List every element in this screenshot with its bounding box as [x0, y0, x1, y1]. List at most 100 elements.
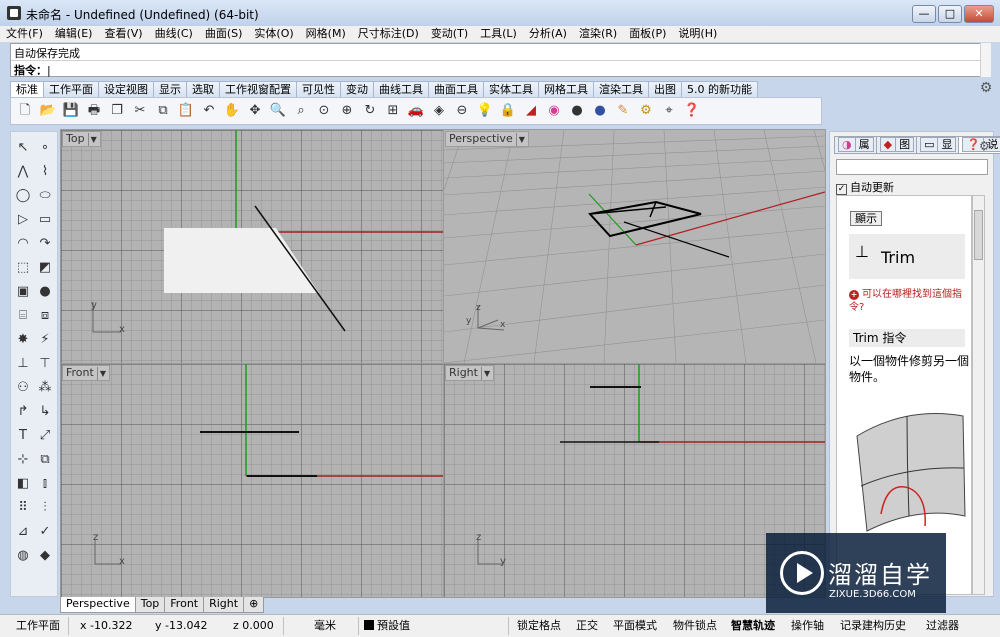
panel-search-input[interactable] — [836, 159, 988, 175]
cylinder-icon[interactable]: ⌸ — [13, 306, 33, 326]
copy-icon[interactable]: ⧉ — [153, 101, 173, 121]
viewport-title-perspective[interactable]: Perspective ▼ — [445, 131, 529, 147]
car-icon[interactable]: 🚗 — [406, 101, 426, 121]
light-icon[interactable]: ◆ — [35, 546, 55, 566]
curve-icon[interactable]: ↷ — [35, 234, 55, 254]
environment-sphere-icon[interactable]: ● — [590, 101, 610, 121]
tab-solid-tools[interactable]: 实体工具 — [483, 81, 539, 97]
grid-4view-icon[interactable]: ⊞ — [383, 101, 403, 121]
help-icon[interactable]: ❓ — [682, 101, 702, 121]
bulb-icon[interactable]: 💡 — [475, 101, 495, 121]
status-planar[interactable]: 平面模式 — [613, 617, 657, 635]
viewport-menu-arrow-icon[interactable]: ▼ — [87, 133, 97, 146]
tab-render-tools[interactable]: 渲染工具 — [593, 81, 649, 97]
auto-update-checkbox[interactable]: ✓ 自动更新 — [836, 179, 894, 195]
ellipse-icon[interactable]: ⬭ — [35, 186, 55, 206]
snap-icon[interactable]: ⊖ — [452, 101, 472, 121]
status-gumball[interactable]: 操作轴 — [791, 617, 824, 635]
gumball-icon[interactable]: ⌖ — [659, 101, 679, 121]
panel-gear-icon[interactable]: ⚙ — [979, 139, 990, 153]
check-icon[interactable]: ✓ — [35, 522, 55, 542]
render-icon[interactable]: ◍ — [13, 546, 33, 566]
box-icon[interactable]: ▣ — [13, 282, 33, 302]
tab-visibility[interactable]: 可见性 — [296, 81, 341, 97]
zoom-window-icon[interactable]: ⌕ — [291, 101, 311, 121]
viewport-title-top[interactable]: Top ▼ — [62, 131, 101, 147]
menu-file[interactable]: 文件(F) — [0, 26, 49, 42]
array-icon[interactable]: ⠿ — [13, 498, 33, 518]
undo-icon[interactable]: ↶ — [199, 101, 219, 121]
status-history[interactable]: 记录建构历史 — [840, 617, 906, 635]
trim-icon[interactable]: ⊥ — [13, 354, 33, 374]
viewport-tab-top[interactable]: Top — [134, 597, 166, 613]
text-icon[interactable]: T — [13, 426, 33, 446]
sphere-icon[interactable]: ● — [35, 282, 55, 302]
circle-icon[interactable]: ◯ — [13, 186, 33, 206]
open-file-icon[interactable]: 📂 — [38, 101, 58, 121]
chamfer-icon[interactable]: ↳ — [35, 402, 55, 422]
cut-icon[interactable]: ✂ — [130, 101, 150, 121]
viewport-tab-perspective[interactable]: Perspective — [60, 597, 136, 613]
point-icon[interactable]: ∘ — [35, 138, 55, 158]
maximize-button[interactable]: □ — [938, 5, 962, 23]
tab-transform[interactable]: 变动 — [340, 81, 374, 97]
help-scrollbar-thumb[interactable] — [974, 210, 983, 260]
menu-mesh[interactable]: 网格(M) — [300, 26, 352, 42]
print-icon[interactable]: 🖶 — [84, 101, 104, 121]
pen-icon[interactable]: ✎ — [613, 101, 633, 121]
zoom-extents-icon[interactable]: ⊙ — [314, 101, 334, 121]
render-sphere-icon[interactable]: ● — [567, 101, 587, 121]
tab-select[interactable]: 选取 — [186, 81, 220, 97]
distance-icon[interactable]: ⫾ — [35, 474, 55, 494]
scale-icon[interactable]: ⊿ — [13, 522, 33, 542]
points-on-icon[interactable]: ⁂ — [35, 378, 55, 398]
menu-analyze[interactable]: 分析(A) — [523, 26, 573, 42]
block-icon[interactable]: ◧ — [13, 474, 33, 494]
menu-tools[interactable]: 工具(L) — [474, 26, 523, 42]
tab-standard[interactable]: 标准 — [10, 81, 44, 97]
tab-display-panel[interactable]: ▭ 显 — [916, 136, 960, 154]
tab-layers[interactable]: ◆ 图 — [875, 136, 918, 154]
polyline-icon[interactable]: ⋀ — [13, 162, 33, 182]
material-icon[interactable]: ◢ — [521, 101, 541, 121]
lock-icon[interactable]: 🔒 — [498, 101, 518, 121]
rotate-view-icon[interactable]: ✥ — [245, 101, 265, 121]
fillet-icon[interactable]: ↱ — [13, 402, 33, 422]
close-button[interactable]: ✕ — [964, 5, 994, 23]
checkbox-check-icon[interactable]: ✓ — [836, 184, 847, 195]
menu-view[interactable]: 查看(V) — [98, 26, 148, 42]
new-file-icon[interactable]: 🗋 — [15, 101, 35, 121]
viewport-tab-right[interactable]: Right — [203, 597, 245, 613]
status-ortho[interactable]: 正交 — [576, 617, 598, 635]
viewport-menu-arrow-icon[interactable]: ▼ — [515, 133, 525, 146]
pan-hand-icon[interactable]: ✋ — [222, 101, 242, 121]
save-icon[interactable]: 💾 — [61, 101, 81, 121]
menu-surface[interactable]: 曲面(S) — [199, 26, 249, 42]
zoom-icon[interactable]: 🔍 — [268, 101, 288, 121]
menu-panels[interactable]: 面板(P) — [623, 26, 672, 42]
color-wheel-icon[interactable]: ◉ — [544, 101, 564, 121]
curve-cv-icon[interactable]: ⌇ — [35, 162, 55, 182]
status-layer[interactable]: 預設值 — [364, 617, 410, 635]
status-smarttrack[interactable]: 智慧轨迹 — [731, 617, 775, 635]
viewport-menu-arrow-icon[interactable]: ▼ — [96, 367, 106, 380]
menu-render[interactable]: 渲染(R) — [573, 26, 623, 42]
dimension-icon[interactable]: ⤢ — [35, 426, 55, 446]
viewport-perspective[interactable]: z y x Perspective ▼ — [443, 129, 826, 364]
arc-icon[interactable]: ◠ — [13, 234, 33, 254]
tab-display[interactable]: 显示 — [153, 81, 187, 97]
viewport-top[interactable]: y x Top ▼ — [60, 129, 444, 364]
layer-icon[interactable]: ◈ — [429, 101, 449, 121]
command-prompt[interactable]: 指令：| — [14, 62, 51, 78]
viewport-menu-arrow-icon[interactable]: ▼ — [480, 367, 490, 380]
viewport-title-right[interactable]: Right ▼ — [445, 365, 495, 381]
show-button[interactable]: 顯示 — [850, 211, 882, 226]
paste-icon[interactable]: 📋 — [176, 101, 196, 121]
import-icon[interactable]: ❐ — [107, 101, 127, 121]
rectangle-icon[interactable]: ▭ — [35, 210, 55, 230]
surface-points-icon[interactable]: ⬚ — [13, 258, 33, 278]
minimize-button[interactable]: — — [912, 5, 936, 23]
group-icon[interactable]: ⚇ — [13, 378, 33, 398]
move-icon[interactable]: ⊹ — [13, 450, 33, 470]
help-scrollbar[interactable] — [972, 195, 985, 595]
